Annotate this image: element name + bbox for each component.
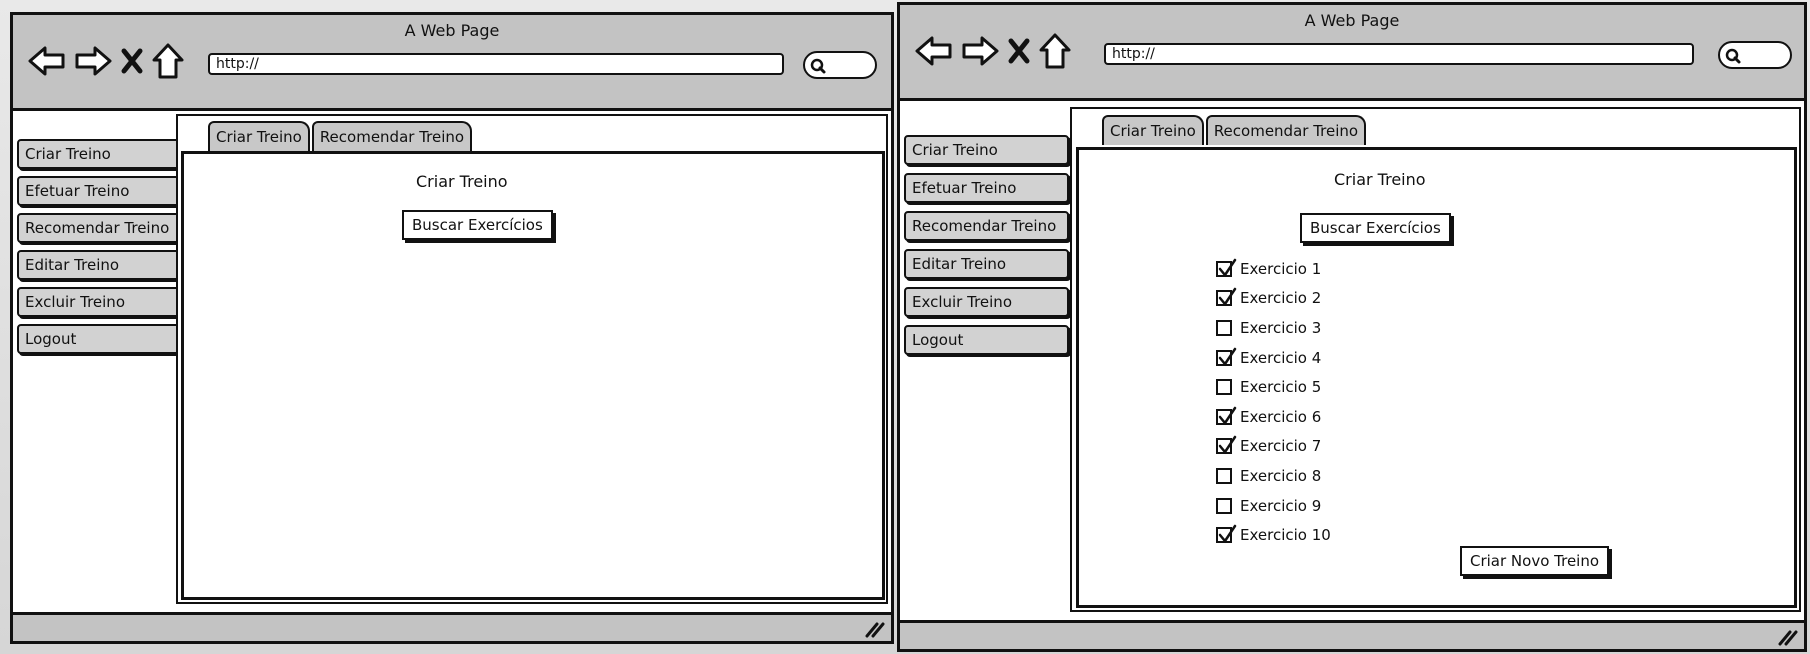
checkbox[interactable] [1216, 288, 1237, 307]
status-bar [900, 620, 1804, 649]
browser-chrome: A Web Page http:// [900, 5, 1804, 101]
exercise-label: Exercicio 8 [1240, 466, 1322, 485]
search-icon [810, 58, 826, 74]
close-icon[interactable] [119, 46, 145, 76]
tab-bar: Criar Treino Recomendar Treino [208, 121, 474, 151]
window-title: A Web Page [404, 21, 500, 40]
resize-grip-icon[interactable] [1776, 627, 1798, 647]
buscar-exercicios-button[interactable]: Buscar Exercícios [1300, 213, 1451, 243]
checkmark-icon [1218, 436, 1237, 455]
home-icon[interactable] [151, 42, 185, 80]
tab-criar-treino[interactable]: Criar Treino [1102, 115, 1204, 145]
search-icon [1725, 48, 1741, 64]
exercise-label: Exercicio 10 [1240, 526, 1331, 545]
forward-arrow-icon[interactable] [960, 33, 1000, 69]
list-item[interactable]: Exercicio 8 [1216, 461, 1331, 491]
tab-criar-treino[interactable]: Criar Treino [208, 121, 310, 151]
nav-controls [27, 41, 185, 81]
sidebar-item-logout[interactable]: Logout [904, 325, 1069, 355]
exercise-label: Exercicio 9 [1240, 496, 1322, 515]
nav-controls [914, 31, 1072, 71]
sidebar-item-recomendar-treino[interactable]: Recomendar Treino [904, 211, 1069, 241]
list-item[interactable]: Exercicio 4 [1216, 343, 1331, 373]
checkbox[interactable] [1216, 258, 1237, 277]
status-bar [13, 612, 891, 641]
exercise-label: Exercicio 2 [1240, 289, 1322, 308]
window-title: A Web Page [1304, 11, 1400, 30]
exercise-label: Exercicio 3 [1240, 318, 1322, 337]
browser-search-field[interactable] [1718, 41, 1792, 69]
checkmark-icon [1218, 524, 1237, 544]
sidebar-menu: Criar Treino Efetuar Treino Recomendar T… [17, 139, 185, 361]
sidebar-item-excluir-treino[interactable]: Excluir Treino [17, 287, 185, 317]
criar-novo-treino-button[interactable]: Criar Novo Treino [1460, 546, 1610, 576]
sidebar-menu: Criar Treino Efetuar Treino Recomendar T… [904, 135, 1069, 363]
buscar-exercicios-button[interactable]: Buscar Exercícios [402, 210, 553, 240]
list-item[interactable]: Exercicio 2 [1216, 284, 1331, 314]
list-item[interactable]: Exercicio 6 [1216, 402, 1331, 432]
checkbox[interactable] [1216, 379, 1232, 396]
browser-window-left: A Web Page http:// Criar Treino Efetuar … [10, 12, 894, 644]
sidebar-item-criar-treino[interactable]: Criar Treino [904, 135, 1069, 165]
sidebar-item-criar-treino[interactable]: Criar Treino [17, 139, 185, 169]
tab-recomendar-treino[interactable]: Recomendar Treino [311, 121, 473, 151]
exercise-label: Exercicio 4 [1240, 348, 1322, 367]
list-item[interactable]: Exercicio 9 [1216, 491, 1331, 521]
tab-recomendar-treino[interactable]: Recomendar Treino [1205, 115, 1367, 145]
close-icon[interactable] [1006, 36, 1032, 66]
checkmark-icon [1218, 406, 1237, 425]
checkmark-icon [1218, 347, 1237, 366]
list-item[interactable]: Exercicio 5 [1216, 372, 1331, 402]
list-item[interactable]: Exercicio 10 [1216, 520, 1331, 550]
list-item[interactable]: Exercicio 1 [1216, 254, 1331, 284]
forward-arrow-icon[interactable] [73, 43, 113, 79]
browser-search-field[interactable] [803, 51, 877, 79]
browser-window-right: A Web Page http:// Criar Treino Efetuar … [897, 2, 1807, 652]
tab-bar: Criar Treino Recomendar Treino [1102, 115, 1368, 145]
checkmark-icon [1218, 258, 1237, 277]
resize-grip-icon[interactable] [863, 619, 885, 639]
page-title: Criar Treino [416, 172, 508, 191]
exercise-checklist: Exercicio 1 Exercicio 2 Exercicio 3 Exer… [1216, 254, 1331, 550]
browser-chrome: A Web Page http:// [13, 15, 891, 111]
exercise-label: Exercicio 1 [1240, 259, 1322, 278]
page-title: Criar Treino [1334, 170, 1426, 189]
sidebar-item-recomendar-treino[interactable]: Recomendar Treino [17, 213, 185, 243]
checkbox[interactable] [1216, 347, 1237, 366]
tab-content: Criar Treino Buscar Exercícios Exercicio… [1076, 147, 1797, 608]
sidebar-item-editar-treino[interactable]: Editar Treino [904, 249, 1069, 279]
back-arrow-icon[interactable] [27, 43, 67, 79]
sidebar-item-excluir-treino[interactable]: Excluir Treino [904, 287, 1069, 317]
checkbox[interactable] [1216, 406, 1237, 425]
sidebar-item-efetuar-treino[interactable]: Efetuar Treino [904, 173, 1069, 203]
checkbox[interactable] [1216, 467, 1232, 484]
checkbox[interactable] [1216, 524, 1237, 544]
sidebar-item-editar-treino[interactable]: Editar Treino [17, 250, 185, 280]
list-item[interactable]: Exercicio 3 [1216, 313, 1331, 343]
exercise-label: Exercicio 7 [1240, 437, 1322, 456]
checkmark-icon [1218, 288, 1237, 307]
sidebar-item-efetuar-treino[interactable]: Efetuar Treino [17, 176, 185, 206]
checkbox[interactable] [1216, 436, 1237, 455]
url-input[interactable]: http:// [208, 53, 784, 75]
checkbox[interactable] [1216, 497, 1232, 514]
home-icon[interactable] [1038, 32, 1072, 70]
exercise-label: Exercicio 6 [1240, 407, 1322, 426]
back-arrow-icon[interactable] [914, 33, 954, 69]
exercise-label: Exercicio 5 [1240, 378, 1322, 397]
url-input[interactable]: http:// [1104, 43, 1694, 65]
sidebar-item-logout[interactable]: Logout [17, 324, 185, 354]
list-item[interactable]: Exercicio 7 [1216, 432, 1331, 462]
tab-content: Criar Treino Buscar Exercícios [181, 151, 885, 600]
checkbox[interactable] [1216, 319, 1232, 336]
